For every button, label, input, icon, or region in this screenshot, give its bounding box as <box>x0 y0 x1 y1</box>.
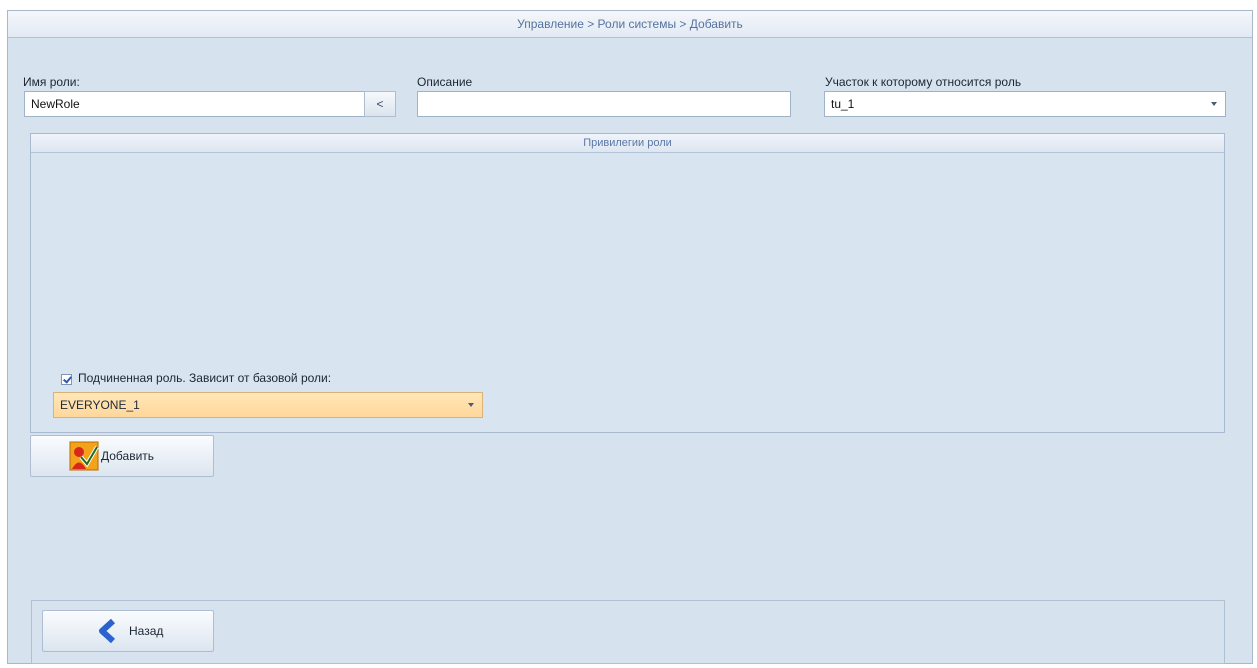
site-select-value: tu_1 <box>831 97 855 111</box>
add-button-label: Добавить <box>101 449 155 463</box>
description-input[interactable] <box>417 91 791 117</box>
site-label: Участок к которому относится роль <box>825 75 1022 89</box>
description-label: Описание <box>417 75 473 89</box>
site-select[interactable]: tu_1 <box>824 91 1226 117</box>
chevron-down-icon <box>1211 102 1217 106</box>
subordinate-role-label: Подчиненная роль. Зависит от базовой рол… <box>78 371 332 385</box>
chevron-left-icon <box>99 619 116 643</box>
copy-name-button[interactable]: < <box>364 91 396 117</box>
role-add-icon <box>69 441 99 471</box>
main-frame: Управление > Роли системы > Добавить Имя… <box>7 10 1253 664</box>
subordinate-role-checkbox[interactable] <box>61 374 72 385</box>
add-button[interactable]: Добавить <box>30 435 214 477</box>
base-role-select[interactable]: EVERYONE_1 <box>53 392 483 418</box>
privileges-title: Привилегии роли <box>31 134 1224 153</box>
breadcrumb: Управление > Роли системы > Добавить <box>8 11 1252 38</box>
bottom-panel: Назад <box>31 600 1225 664</box>
chevron-down-icon <box>468 403 474 407</box>
base-role-value: EVERYONE_1 <box>60 398 140 412</box>
privileges-panel: Привилегии роли Подчиненная роль. Зависи… <box>30 133 1225 433</box>
back-button[interactable]: Назад <box>42 610 214 652</box>
checkmark-icon <box>63 374 72 384</box>
role-name-label: Имя роли: <box>23 75 80 89</box>
role-name-input[interactable]: NewRole <box>24 91 370 117</box>
back-button-label: Назад <box>129 624 164 638</box>
